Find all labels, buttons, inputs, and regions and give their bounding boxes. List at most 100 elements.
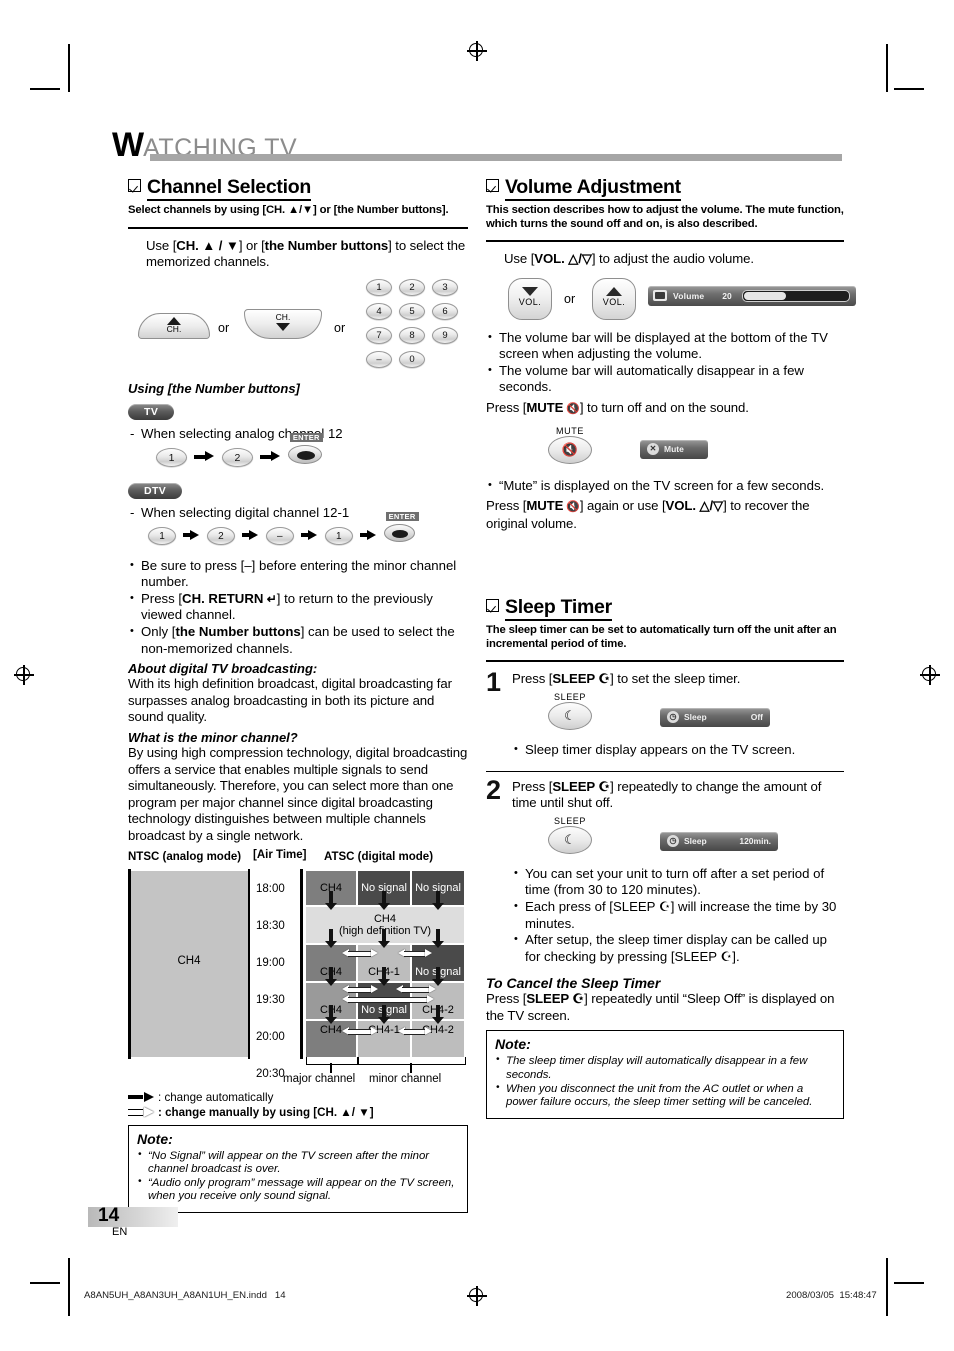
auto-change-arrow-icon [432, 1004, 444, 1024]
section-title: Volume Adjustment [505, 176, 681, 201]
step1-bullet: Sleep timer display appears on the TV sc… [512, 741, 844, 759]
vol-down-label: VOL. [518, 296, 542, 307]
volume-osd-value: 20 [722, 290, 732, 301]
divider [486, 660, 844, 663]
bullet3-key: the Number buttons [175, 624, 301, 640]
seq-key-2[interactable]: 2 [206, 527, 235, 546]
legend-manual: : change manually by using [CH. ▲/ ▼] [128, 1106, 468, 1119]
footer-file-page: 14 [274, 1290, 286, 1301]
manual-change-arrow-icon [342, 1026, 378, 1036]
section-channel-selection-heading: Channel Selection [128, 176, 468, 201]
recover-pre: Press [ [486, 498, 527, 514]
vol-down-button[interactable]: VOL. [508, 277, 552, 320]
number-button-2[interactable]: 2 [399, 278, 425, 296]
bullet2-key: CH. RETURN [182, 590, 264, 606]
minor-channel-label: minor channel [369, 1072, 442, 1085]
clock-icon: ◷ [667, 835, 679, 848]
arrow-right-icon [360, 529, 377, 541]
mute-recover-line: Press [MUTE 🔇] again or use [VOL. △/▽] t… [486, 498, 810, 531]
cancel-sleep-body: Press [SLEEP ☪] repeatedly until “Sleep … [486, 991, 844, 1024]
step2-bullet: Each press of [SLEEP ☪] will increase th… [512, 898, 844, 932]
volume-bullet: The volume bar will automatically disapp… [486, 362, 844, 396]
number-button-6[interactable]: 6 [432, 302, 458, 320]
crop-mark-right [894, 88, 924, 90]
arrow-right-icon [260, 451, 281, 462]
airtime-axis: 18:00 18:30 19:00 19:30 20:00 20:30 [256, 871, 285, 1093]
divider [486, 240, 844, 242]
mute-press-line: Press [MUTE 🔇] to turn off and on the so… [486, 399, 749, 415]
diagram-header-ntsc: NTSC (analog mode) [128, 850, 242, 863]
manual-change-arrow-icon [398, 1026, 432, 1036]
sleep-button[interactable]: ☾ [548, 701, 592, 730]
auto-change-arrow-icon [432, 928, 444, 948]
divider [486, 770, 844, 772]
enter-button[interactable] [287, 444, 322, 464]
number-button-3[interactable]: 3 [432, 278, 458, 296]
or-label: or [564, 291, 576, 306]
seq-key-4[interactable]: 1 [324, 527, 353, 546]
seq-key-1[interactable]: 1 [156, 447, 187, 467]
number-button-dash[interactable]: – [366, 350, 392, 368]
sleep-button-group: SLEEP ☾ [548, 692, 592, 730]
number-button-5[interactable]: 5 [399, 302, 425, 320]
step1-illustration: SLEEP ☾ ◷ Sleep Off [512, 692, 844, 742]
auto-change-arrow-icon [378, 1004, 390, 1024]
auto-change-arrow-icon [378, 966, 390, 986]
airtime-tick: 19:30 [256, 993, 285, 1006]
numpad-row: 789 [366, 325, 465, 344]
ntsc-channel-label: CH4 [177, 954, 201, 967]
enter-caption: ENTER [385, 511, 419, 521]
ch-up-button[interactable]: CH. [138, 312, 210, 339]
sleep-osd-1: ◷ Sleep Off [660, 707, 770, 727]
enter-button[interactable] [383, 523, 415, 542]
step2-bullet: You can set your unit to turn off after … [512, 865, 844, 899]
channel-keys-illustration: CH. or CH. or 123 456 789 –0 [128, 277, 468, 383]
number-button-9[interactable]: 9 [432, 326, 458, 344]
mute-button[interactable]: 🔇 [548, 435, 592, 464]
numpad-row: –0 [366, 349, 465, 368]
step-number: 1 [486, 667, 502, 698]
registration-mark-left [14, 665, 34, 685]
sleep-step-2: 2 Press [SLEEP ☪] repeatedly to change t… [486, 776, 844, 966]
number-button-1[interactable]: 1 [366, 278, 392, 296]
intro-text: Use [CH. ▲ / ▼] or [the Number buttons] … [146, 238, 468, 271]
manual-change-arrow-icon [342, 984, 378, 994]
number-button-7[interactable]: 7 [366, 326, 392, 344]
solid-arrow-icon [128, 1092, 154, 1103]
mute-key: MUTE [526, 399, 564, 415]
legend-manual-text: : change manually by using [CH. ▲/ ▼] [158, 1105, 374, 1119]
step2-bullets: You can set your unit to turn off after … [512, 865, 844, 966]
sleep-step-1: 1 Press [SLEEP ☪] to set the sleep timer… [486, 667, 844, 759]
footer-date: 2008/03/05 [786, 1290, 835, 1301]
ch-up-label: CH. [166, 323, 182, 334]
manual-change-arrow-icon [342, 994, 434, 1004]
vol-post: ] to adjust the audio volume. [591, 251, 754, 266]
crop-mark-right-bottom [894, 1282, 924, 1284]
mute-osd: ✕ Mute [640, 439, 708, 459]
seq-key-1[interactable]: 1 [148, 527, 176, 546]
broadcast-timeline-diagram: NTSC (analog mode) [Air Time] ATSC (digi… [128, 849, 466, 1080]
vol-up-button[interactable]: VOL. [592, 277, 636, 320]
step1-text: Press [SLEEP ☪] to set the sleep timer. [512, 671, 844, 688]
number-button-4[interactable]: 4 [366, 302, 392, 320]
footer-rule-right [886, 1294, 888, 1316]
cancel-sleep-heading: To Cancel the Sleep Timer [486, 975, 661, 992]
arrow-right-icon [194, 451, 215, 462]
ch-down-button[interactable]: CH. [244, 308, 322, 339]
sleep-osd-2: ◷ Sleep 120min. [660, 831, 778, 851]
sleep-osd-value: Off [750, 712, 763, 723]
seq-key-2[interactable]: 2 [221, 447, 253, 467]
mute-osd-label: Mute [664, 444, 684, 455]
about-dtv-heading: About digital TV broadcasting: [128, 661, 318, 677]
seq-key-dash[interactable]: – [265, 527, 294, 546]
bullet-press-dash: Be sure to press [–] before entering the… [128, 557, 468, 591]
number-button-0[interactable]: 0 [399, 350, 425, 368]
sleep-button[interactable]: ☾ [548, 825, 592, 854]
number-button-8[interactable]: 8 [399, 326, 425, 344]
crop-mark-left-bottom [30, 1282, 60, 1284]
section-sleep-heading: Sleep Timer [486, 596, 844, 622]
step2-text: Press [SLEEP ☪] repeatedly to change the… [512, 779, 844, 812]
step1-pre: Press [ [512, 671, 553, 687]
mute-osd-icon: ✕ [647, 443, 659, 456]
registration-mark-top [467, 41, 487, 61]
